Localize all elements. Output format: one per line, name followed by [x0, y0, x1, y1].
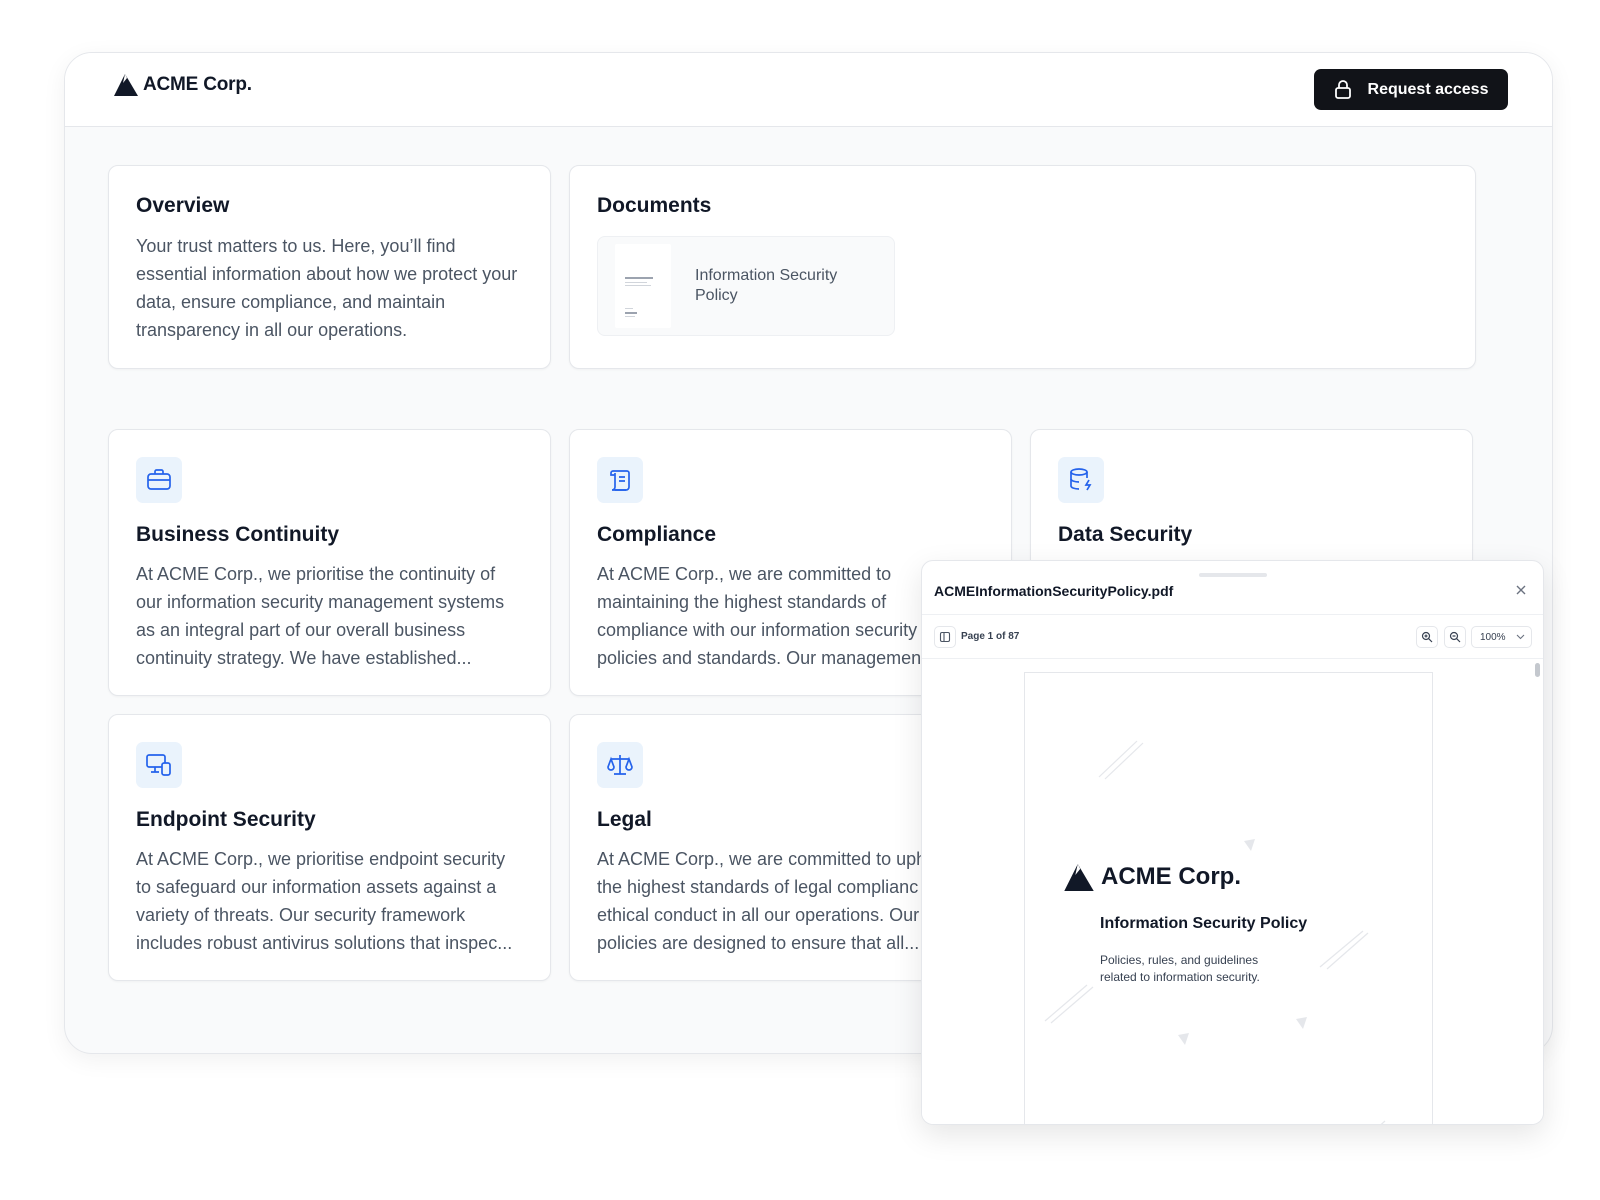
pdf-page: ACME Corp. Information Security Policy P…	[1024, 672, 1433, 1124]
zoom-value: 100%	[1480, 631, 1506, 643]
chevron-down-icon	[1516, 634, 1524, 640]
request-access-button[interactable]: Request access	[1314, 69, 1508, 110]
database-bolt-icon	[1058, 457, 1104, 503]
decorative-lines	[1044, 740, 1386, 1124]
drag-handle[interactable]	[1199, 573, 1267, 577]
sidebar-icon	[939, 631, 951, 643]
document-title: Information Security Policy	[695, 267, 838, 304]
feature-text: At ACME Corp., we prioritise endpoint se…	[136, 849, 513, 953]
pdf-description: Policies, rules, and guidelines related …	[1100, 953, 1260, 984]
feature-title: Endpoint Security	[136, 808, 316, 831]
overview-title: Overview	[136, 194, 230, 217]
overview-text: Your trust matters to us. Here, you’ll f…	[136, 236, 518, 340]
brand-name: ACME Corp.	[143, 74, 252, 95]
zoom-out-button[interactable]	[1444, 626, 1466, 648]
sidebar-toggle-button[interactable]	[934, 626, 956, 648]
viewer-header: ACMEInformationSecurityPolicy.pdf	[922, 561, 1543, 615]
documents-title: Documents	[597, 194, 712, 217]
zoom-out-icon	[1449, 631, 1461, 643]
request-access-label: Request access	[1367, 80, 1489, 98]
top-bar: ACME Corp. Request access	[65, 53, 1552, 127]
zoom-in-button[interactable]	[1416, 626, 1438, 648]
scale-icon	[597, 742, 643, 788]
pdf-brand-name: ACME Corp.	[1101, 863, 1241, 890]
viewer-filename: ACMEInformationSecurityPolicy.pdf	[934, 583, 1174, 599]
pdf-viewer-panel: ACMEInformationSecurityPolicy.pdf Page 1…	[921, 560, 1544, 1125]
pdf-brand-logo: ACME Corp.	[1063, 863, 1241, 891]
zoom-in-icon	[1421, 631, 1433, 643]
lock-icon	[1334, 80, 1351, 99]
feature-card-endpoint-security[interactable]: Endpoint Security At ACME Corp., we prio…	[108, 714, 551, 981]
overview-card: Overview Your trust matters to us. Here,…	[108, 165, 551, 369]
feature-title: Data Security	[1058, 523, 1193, 546]
briefcase-icon	[136, 457, 182, 503]
viewer-body[interactable]: ACME Corp. Information Security Policy P…	[922, 659, 1543, 1124]
viewer-toolbar: Page 1 of 87 100%	[922, 615, 1543, 659]
mountain-logo-icon	[1064, 863, 1094, 891]
document-tile[interactable]: Information Security Policy	[597, 236, 895, 336]
devices-icon	[136, 742, 182, 788]
document-thumbnail	[615, 244, 671, 328]
close-icon[interactable]	[1513, 582, 1529, 598]
zoom-select[interactable]: 100%	[1471, 626, 1532, 648]
feature-card-business-continuity[interactable]: Business Continuity At ACME Corp., we pr…	[108, 429, 551, 696]
viewer-scrollbar[interactable]	[1535, 663, 1540, 677]
feature-title: Compliance	[597, 523, 717, 546]
scroll-icon	[597, 457, 643, 503]
page-indicator: Page 1 of 87	[961, 631, 1020, 642]
brand-logo[interactable]: ACME Corp.	[114, 74, 252, 96]
feature-text: At ACME Corp., we prioritise the continu…	[136, 564, 505, 668]
pdf-document-title: Information Security Policy	[1100, 915, 1308, 932]
feature-title: Business Continuity	[136, 523, 340, 546]
documents-card: Documents Information Security Policy	[569, 165, 1476, 369]
mountain-logo-icon	[114, 74, 138, 96]
